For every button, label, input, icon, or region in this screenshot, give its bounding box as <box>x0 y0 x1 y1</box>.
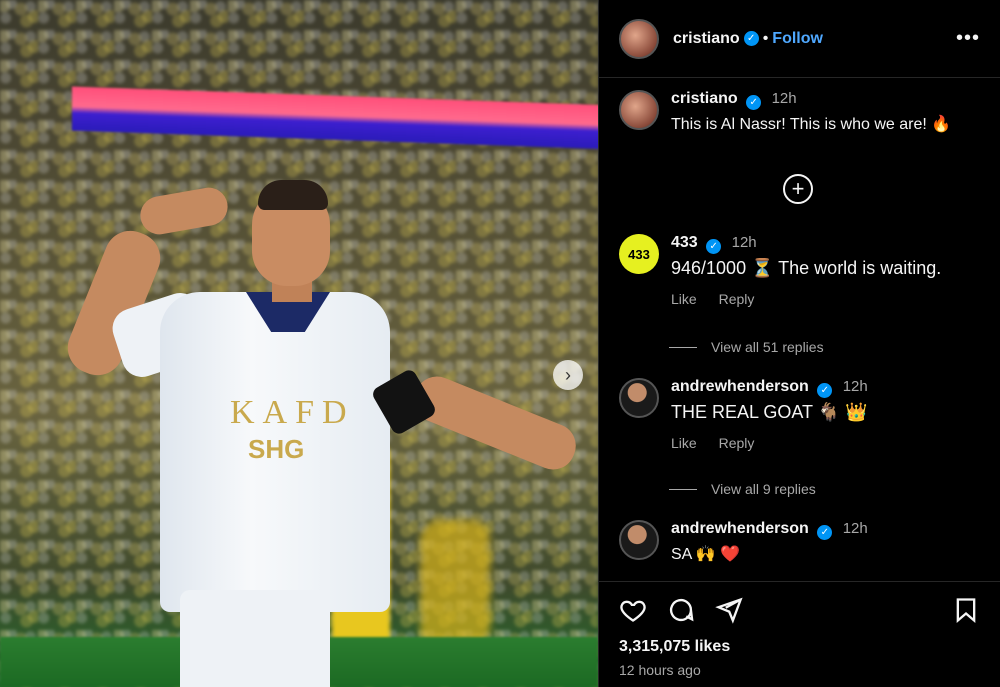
commenter-avatar[interactable] <box>619 378 659 418</box>
view-replies-line <box>669 346 697 348</box>
post-photo[interactable]: KAFD SHG › <box>0 0 598 687</box>
action-bar <box>619 596 980 624</box>
comment-username[interactable]: andrewhenderson <box>671 520 809 537</box>
caption-text: This is Al Nassr! This is who we are! 🔥 <box>671 116 952 133</box>
likes-count[interactable]: 3,315,075 likes <box>619 638 980 656</box>
commenter-avatar[interactable] <box>619 520 659 560</box>
comment-time: 12h <box>842 378 868 395</box>
comment-item: andrewhenderson ✓ 12h THE REAL GOAT 🐐 👑 … <box>619 378 989 451</box>
comment-body: andrewhenderson ✓ 12h SA 🙌 ❤️ <box>671 520 868 564</box>
caption-avatar[interactable] <box>619 90 659 130</box>
verified-icon: ✓ <box>706 239 722 254</box>
verified-icon: ✓ <box>743 31 759 46</box>
caption: cristiano ✓ 12h This is Al Nassr! This i… <box>619 90 989 134</box>
post-header: cristiano ✓ • Follow ••• <box>599 0 1000 78</box>
like-comment-button[interactable]: Like <box>671 291 697 307</box>
follow-button[interactable]: Follow <box>772 30 823 48</box>
next-image-icon: › <box>565 364 571 385</box>
view-replies-label: View all 9 replies <box>711 481 816 497</box>
verified-icon: ✓ <box>817 383 833 398</box>
caption-body: cristiano ✓ 12h This is Al Nassr! This i… <box>671 90 951 134</box>
comment-username[interactable]: andrewhenderson <box>671 378 809 395</box>
view-replies-line <box>669 488 697 490</box>
bookmark-icon[interactable] <box>952 596 980 624</box>
comment-item: andrewhenderson ✓ 12h SA 🙌 ❤️ <box>619 520 989 564</box>
comment-item: 433 433 ✓ 12h 946/1000 ⏳ The world is wa… <box>619 234 989 307</box>
main-player: KAFD SHG <box>59 180 598 687</box>
post-details-panel: cristiano ✓ • Follow ••• cristiano ✓ 12h… <box>598 0 1000 687</box>
author-username[interactable]: cristiano <box>673 30 740 48</box>
more-options-icon[interactable]: ••• <box>956 27 980 50</box>
reply-comment-button[interactable]: Reply <box>719 291 755 307</box>
player-left-hand <box>137 184 231 238</box>
comment-text: 946/1000 ⏳ The world is waiting. <box>671 258 942 278</box>
view-replies-link[interactable]: View all 9 replies <box>669 481 816 497</box>
comment-username[interactable]: 433 <box>671 234 698 251</box>
view-replies-link[interactable]: View all 51 replies <box>669 339 824 355</box>
player-shorts <box>180 590 330 687</box>
caption-username[interactable]: cristiano <box>671 90 738 107</box>
view-replies-label: View all 51 replies <box>711 339 824 355</box>
comment-text: THE REAL GOAT 🐐 👑 <box>671 402 868 422</box>
comment-time: 12h <box>842 520 868 537</box>
comment-actions: Like Reply <box>671 291 941 307</box>
player-right-arm <box>407 369 583 477</box>
posted-time: 12 hours ago <box>619 662 701 678</box>
comment-body: andrewhenderson ✓ 12h THE REAL GOAT 🐐 👑 … <box>671 378 868 451</box>
share-icon[interactable] <box>715 596 743 624</box>
comments-section[interactable]: cristiano ✓ 12h This is Al Nassr! This i… <box>599 78 1000 581</box>
comment-text: SA 🙌 ❤️ <box>671 546 741 563</box>
jersey-sponsor-kafd: KAFD <box>230 394 355 431</box>
author-avatar[interactable] <box>619 18 659 59</box>
comment-actions: Like Reply <box>671 435 868 451</box>
separator-dot: • <box>762 29 769 47</box>
heart-icon[interactable] <box>619 596 647 624</box>
like-comment-button[interactable]: Like <box>671 435 697 451</box>
commenter-avatar[interactable]: 433 <box>619 234 659 274</box>
caption-time: 12h <box>771 90 797 107</box>
load-more-comments-icon[interactable]: + <box>783 174 813 204</box>
comment-time: 12h <box>731 234 757 251</box>
comment-body: 433 ✓ 12h 946/1000 ⏳ The world is waitin… <box>671 234 941 307</box>
comment-icon[interactable] <box>667 596 695 624</box>
verified-icon: ✓ <box>746 95 762 110</box>
post-footer: 3,315,075 likes 12 hours ago <box>599 581 1000 687</box>
header-meta: cristiano ✓ • Follow <box>673 30 823 48</box>
jersey-sponsor-shg: SHG <box>248 434 305 464</box>
player-hair <box>258 180 328 210</box>
verified-icon: ✓ <box>817 525 833 540</box>
reply-comment-button[interactable]: Reply <box>719 435 755 451</box>
next-image-button[interactable]: › <box>553 360 583 390</box>
